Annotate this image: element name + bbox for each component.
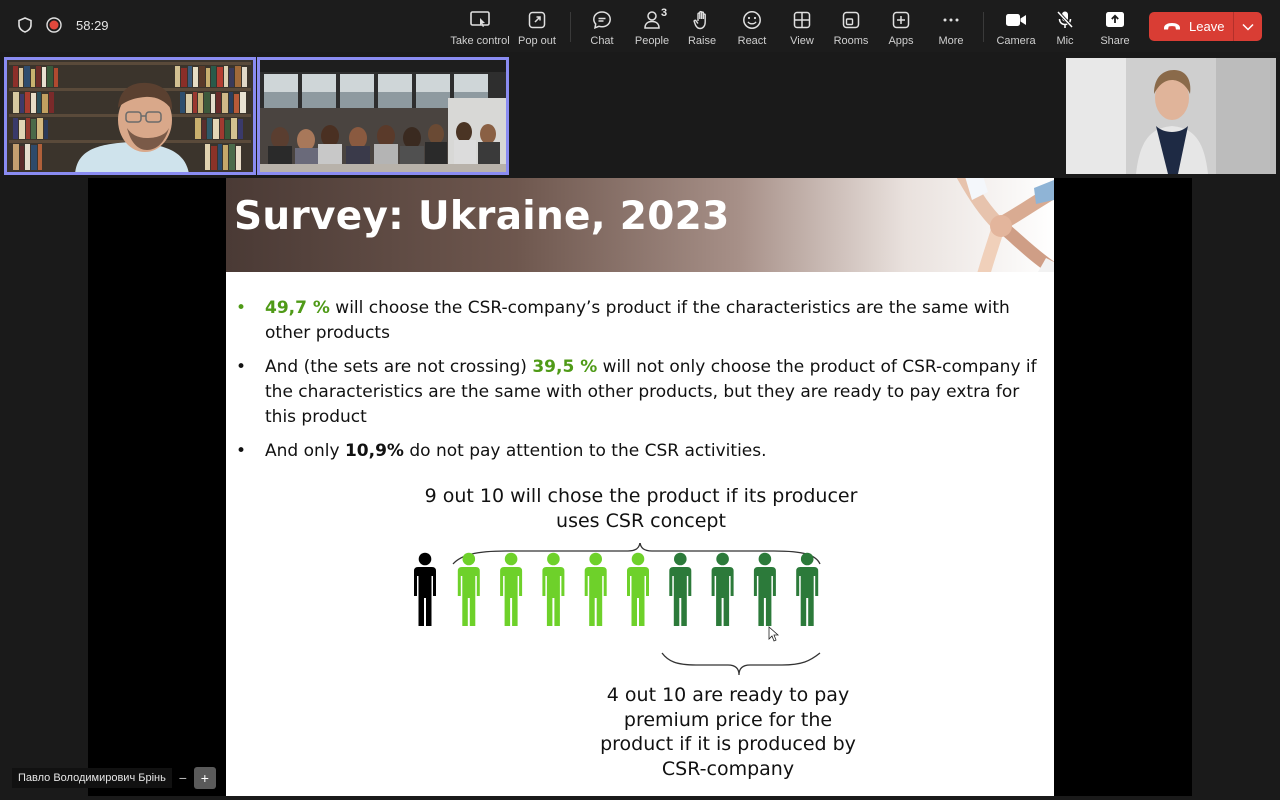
bold-percentage: 10,9%	[344, 441, 404, 461]
participant-video	[1066, 58, 1276, 174]
leave-button-group: Leave	[1149, 12, 1262, 41]
joined-hands-image	[956, 178, 1054, 272]
mic-off-icon	[1056, 8, 1074, 32]
minus-icon: −	[178, 770, 187, 786]
plus-icon: +	[200, 770, 209, 786]
toolbar-divider	[570, 12, 571, 42]
person-figure	[796, 552, 819, 626]
people-icon: 3	[643, 7, 667, 32]
bullet-text: And (the sets are not crossing)	[265, 357, 533, 377]
person-figure	[584, 552, 607, 626]
mouse-cursor-icon	[768, 626, 780, 642]
slide-header-banner: Survey: Ukraine, 2023	[226, 178, 1054, 272]
participant-video	[258, 58, 508, 174]
recording-icon[interactable]	[46, 17, 62, 33]
zoom-out-button[interactable]: −	[172, 767, 194, 789]
video-tile-classroom[interactable]	[257, 57, 509, 175]
phone-hangup-icon	[1163, 19, 1181, 34]
bottom-caption: 4 out 10 are ready to pay premium price …	[600, 684, 856, 780]
presenter-name: Павло Володимирович Брінь	[12, 768, 172, 788]
bullet-dot: •	[236, 441, 247, 461]
video-tile-self[interactable]	[1066, 58, 1276, 174]
meeting-toolbar: 58:29 Take control Pop out Chat 3 People…	[0, 0, 1280, 52]
highlight-percentage: 39,5 %	[532, 357, 598, 377]
chevron-down-icon	[1242, 18, 1254, 36]
meeting-status: 58:29	[18, 17, 109, 33]
pop-out-button[interactable]: Pop out	[507, 8, 567, 47]
bullet-list: • 49,7 % will choose the CSR-company’s p…	[234, 296, 1050, 473]
bullet-item: • 49,7 % will choose the CSR-company’s p…	[234, 296, 1050, 346]
person-figure	[753, 552, 776, 626]
zoom-in-button[interactable]: +	[193, 767, 216, 789]
bottom-brace	[661, 652, 821, 676]
security-shield-icon[interactable]	[18, 17, 32, 33]
bullet-text: will choose the CSR-company’s product if…	[265, 298, 1010, 343]
raise-hand-icon	[693, 8, 711, 32]
camera-icon	[1005, 8, 1027, 32]
slide-title: Survey: Ukraine, 2023	[234, 194, 730, 239]
top-caption: 9 out 10 will chose the product if its p…	[424, 485, 858, 532]
take-control-button[interactable]: Take control	[449, 8, 511, 47]
leave-options-button[interactable]	[1234, 12, 1262, 41]
bullet-dot: •	[236, 357, 247, 377]
bullet-text: And only	[265, 441, 345, 461]
participant-video	[5, 58, 255, 174]
highlight-percentage: 49,7 %	[265, 298, 330, 318]
share-icon	[1105, 8, 1125, 32]
person-figure	[711, 552, 734, 626]
leave-button[interactable]: Leave	[1149, 12, 1233, 41]
apps-icon	[892, 8, 910, 32]
participant-count-badge: 3	[661, 7, 668, 19]
person-figure	[500, 552, 523, 626]
bullet-item: • And only 10,9% do not pay attention to…	[234, 439, 1050, 464]
bullet-text: do not pay attention to the CSR activiti…	[403, 441, 767, 461]
rooms-icon	[842, 8, 860, 32]
person-figure	[627, 552, 649, 626]
person-figure	[457, 552, 480, 626]
toolbar-divider	[983, 12, 984, 42]
video-tile-presenter[interactable]	[4, 57, 256, 175]
take-control-icon	[469, 8, 491, 32]
presenter-name-bar: Павло Володимирович Брінь − +	[12, 767, 216, 789]
person-figure	[669, 552, 692, 626]
react-icon	[742, 8, 762, 32]
share-button[interactable]: Share	[1085, 8, 1145, 47]
pop-out-icon	[528, 8, 546, 32]
figures-row	[414, 552, 819, 626]
more-icon	[942, 8, 960, 32]
meeting-timer: 58:29	[76, 17, 109, 33]
people-infographic	[414, 543, 821, 676]
bullet-item: • And (the sets are not crossing) 39,5 %…	[234, 355, 1050, 430]
bullet-dot: •	[236, 298, 247, 318]
more-button[interactable]: More	[921, 8, 981, 47]
presentation-slide: Survey: Ukraine, 2023 • 49,7 % will choo…	[226, 178, 1054, 796]
person-figure	[414, 552, 436, 626]
chat-icon	[592, 8, 612, 32]
view-icon	[793, 8, 811, 32]
person-figure	[542, 552, 565, 626]
